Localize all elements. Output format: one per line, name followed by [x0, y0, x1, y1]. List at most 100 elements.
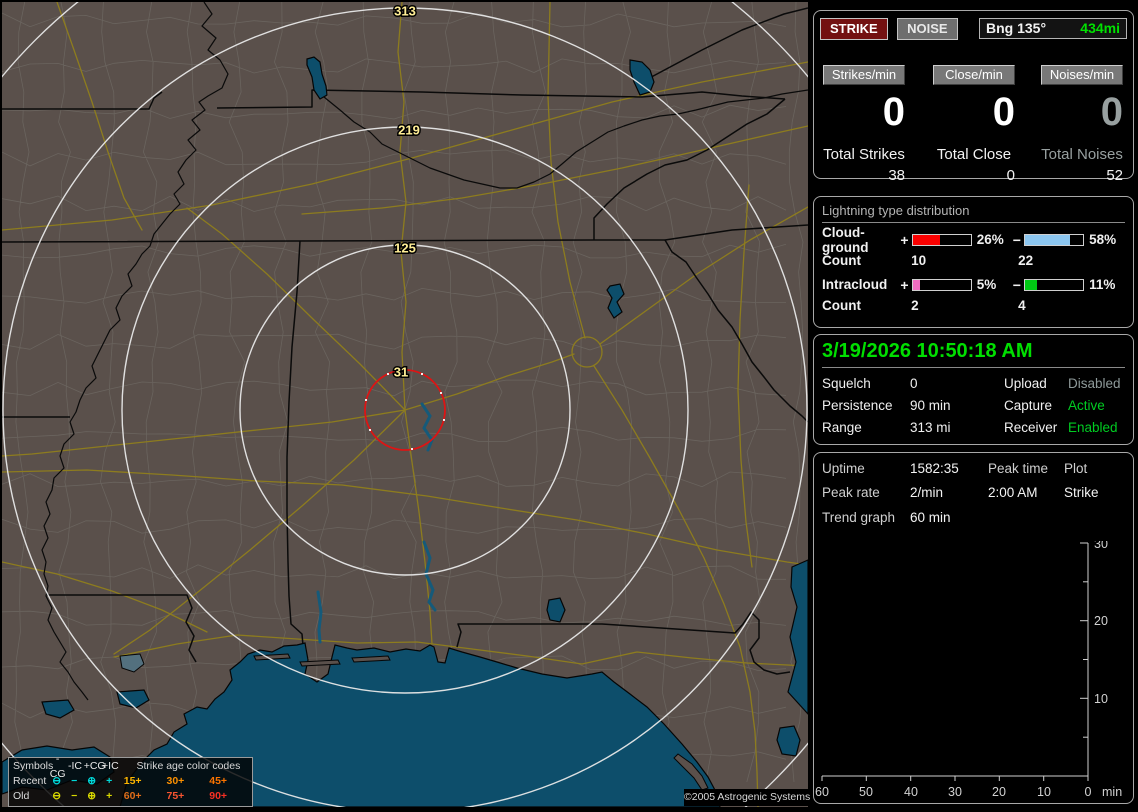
- peak-time-label: Peak time: [988, 461, 1049, 476]
- trend-graph-row: Trend graph 60 min: [822, 510, 1125, 525]
- pos-cg-old-icon: ⊕: [87, 790, 97, 802]
- legend-recent-row: Recent ⊖ − ⊕ + 15+ 30+ 45+: [13, 774, 252, 789]
- cloud-ground-label: Cloud-ground: [822, 224, 869, 255]
- x-tick-60: 60: [815, 785, 829, 799]
- neg-ic-old-icon: −: [71, 790, 78, 802]
- cg-negative-count: 22: [1018, 253, 1034, 268]
- neg-ic-recent-icon: −: [71, 775, 78, 787]
- y-tick-20: 20: [1094, 614, 1108, 628]
- neg-cg-recent-icon: ⊖: [52, 775, 62, 787]
- total-noises-value: 52: [1106, 167, 1123, 184]
- cg-positive-bar-fill: [912, 234, 941, 245]
- nexstorm-app: { "map": { "ring_labels": ["313", "219",…: [0, 0, 1138, 812]
- age-60: 60+: [123, 790, 142, 802]
- strike-mode-button[interactable]: STRIKE: [820, 18, 888, 40]
- strike-map[interactable]: 313 219 125 31: [2, 2, 808, 807]
- trend-box: Uptime 1582:35 Peak time Plot Peak rate …: [813, 452, 1134, 804]
- age-90: 90+: [209, 790, 228, 802]
- plot-label: Plot: [1064, 461, 1088, 476]
- legend-col-pos-ic: +IC: [102, 760, 119, 772]
- trend-graph-label: Trend graph: [822, 510, 896, 525]
- cg-negative-pct: 58%: [1089, 232, 1117, 247]
- ic-positive-pct: 5%: [976, 277, 997, 292]
- copyright-text: ©2005 Astrogenic Systems: [684, 789, 810, 806]
- age-30: 30+: [166, 775, 185, 787]
- noises-rate-value: 0: [1100, 90, 1123, 134]
- trend-graph: 30 20 10 60 50 40 30 20 10 0 min: [815, 541, 1122, 799]
- minus-sign: −: [1012, 276, 1021, 293]
- plot-value: Strike: [1064, 485, 1099, 500]
- legend-old-row: Old ⊖ − ⊕ + 60+ 75+ 90+: [13, 789, 252, 804]
- total-strikes-value: 38: [888, 167, 905, 184]
- cg-positive-bar: [911, 233, 972, 246]
- status-box: 3/19/2026 10:50:18 AM Squelch 0 Upload D…: [813, 334, 1134, 445]
- noises-per-min-button[interactable]: Noises/min: [1041, 65, 1123, 85]
- count-label: Count: [822, 253, 861, 268]
- legend-recent-label: Recent: [13, 775, 47, 787]
- legend-col-pos-cg: +CG: [83, 760, 106, 772]
- total-strikes-label: Total Strikes: [823, 146, 905, 163]
- intracloud-row: Intracloud + 5% − 11%: [822, 276, 1125, 293]
- range-value: 313 mi: [910, 420, 951, 435]
- upload-label: Upload: [1004, 376, 1047, 391]
- x-tick-0: 0: [1085, 785, 1092, 799]
- peak-rate-value: 2/min: [910, 485, 944, 500]
- close-rate-value: 0: [992, 90, 1015, 134]
- ring-label-219: 219: [398, 122, 420, 137]
- ic-positive-bar-fill: [912, 279, 921, 290]
- x-tick-20: 20: [992, 785, 1006, 799]
- bearing-label: Bng 135°: [986, 20, 1047, 36]
- range-label: Range: [822, 420, 862, 435]
- cg-negative-bar-fill: [1025, 234, 1071, 245]
- ic-negative-count: 4: [1018, 298, 1026, 313]
- distribution-title: Lightning type distribution: [822, 203, 1125, 223]
- ic-negative-bar: [1024, 278, 1085, 291]
- cloud-ground-count-row: Count 10 22: [822, 253, 1125, 268]
- count-label: Count: [822, 298, 861, 313]
- capture-label: Capture: [1004, 398, 1053, 413]
- noise-mode-button[interactable]: NOISE: [897, 18, 958, 40]
- squelch-value: 0: [910, 376, 918, 391]
- cloud-ground-row: Cloud-ground + 26% − 58%: [822, 225, 1125, 255]
- uptime-value: 1582:35: [910, 461, 959, 476]
- cg-positive-pct: 26%: [976, 232, 1004, 247]
- ring-label-31: 31: [394, 364, 408, 379]
- trend-graph-value: 60 min: [910, 510, 951, 525]
- bearing-distance: 434mi: [1080, 20, 1120, 36]
- y-tick-10: 10: [1094, 692, 1108, 706]
- close-per-min-button[interactable]: Close/min: [933, 65, 1015, 85]
- peak-rate-label: Peak rate: [822, 485, 880, 500]
- cg-positive-count: 10: [911, 253, 927, 268]
- legend-header-row: Symbols -CG -IC +CG +IC Strike age color…: [13, 753, 252, 780]
- age-45: 45+: [209, 775, 228, 787]
- receiver-label: Receiver: [1004, 420, 1058, 435]
- strikes-per-min-button[interactable]: Strikes/min: [823, 65, 905, 85]
- noises-counter-column: Noises/min 0 Total Noises 52: [1041, 65, 1123, 184]
- plus-sign: +: [900, 276, 909, 293]
- pos-ic-old-icon: +: [106, 790, 113, 802]
- ic-positive-count: 2: [911, 298, 919, 313]
- pos-cg-recent-icon: ⊕: [87, 775, 97, 787]
- legend-old-label: Old: [13, 790, 30, 802]
- bearing-readout: Bng 135° 434mi: [979, 18, 1127, 39]
- age-15: 15+: [123, 775, 142, 787]
- age-75: 75+: [166, 790, 185, 802]
- distribution-box: Lightning type distribution Cloud-ground…: [813, 196, 1134, 328]
- plus-sign: +: [900, 231, 909, 248]
- x-tick-40: 40: [904, 785, 918, 799]
- ring-label-313: 313: [394, 3, 416, 18]
- y-tick-30: 30: [1094, 541, 1108, 551]
- counters-box: STRIKE NOISE Bng 135° 434mi Strikes/min …: [813, 10, 1134, 184]
- ic-negative-pct: 11%: [1089, 277, 1116, 292]
- cg-negative-bar: [1024, 233, 1085, 246]
- strikes-counter-column: Strikes/min 0 Total Strikes 38: [823, 65, 905, 184]
- ic-negative-bar-fill: [1025, 279, 1037, 290]
- x-tick-50: 50: [859, 785, 873, 799]
- persistence-label: Persistence: [822, 398, 893, 413]
- uptime-grid: Uptime 1582:35 Peak time Plot Peak rate …: [822, 461, 1125, 500]
- intracloud-label: Intracloud: [822, 277, 888, 292]
- map-svg: 313 219 125 31: [2, 2, 808, 807]
- receiver-value: Enabled: [1068, 420, 1118, 435]
- minus-sign: −: [1012, 231, 1021, 248]
- total-close-value: 0: [1006, 167, 1015, 184]
